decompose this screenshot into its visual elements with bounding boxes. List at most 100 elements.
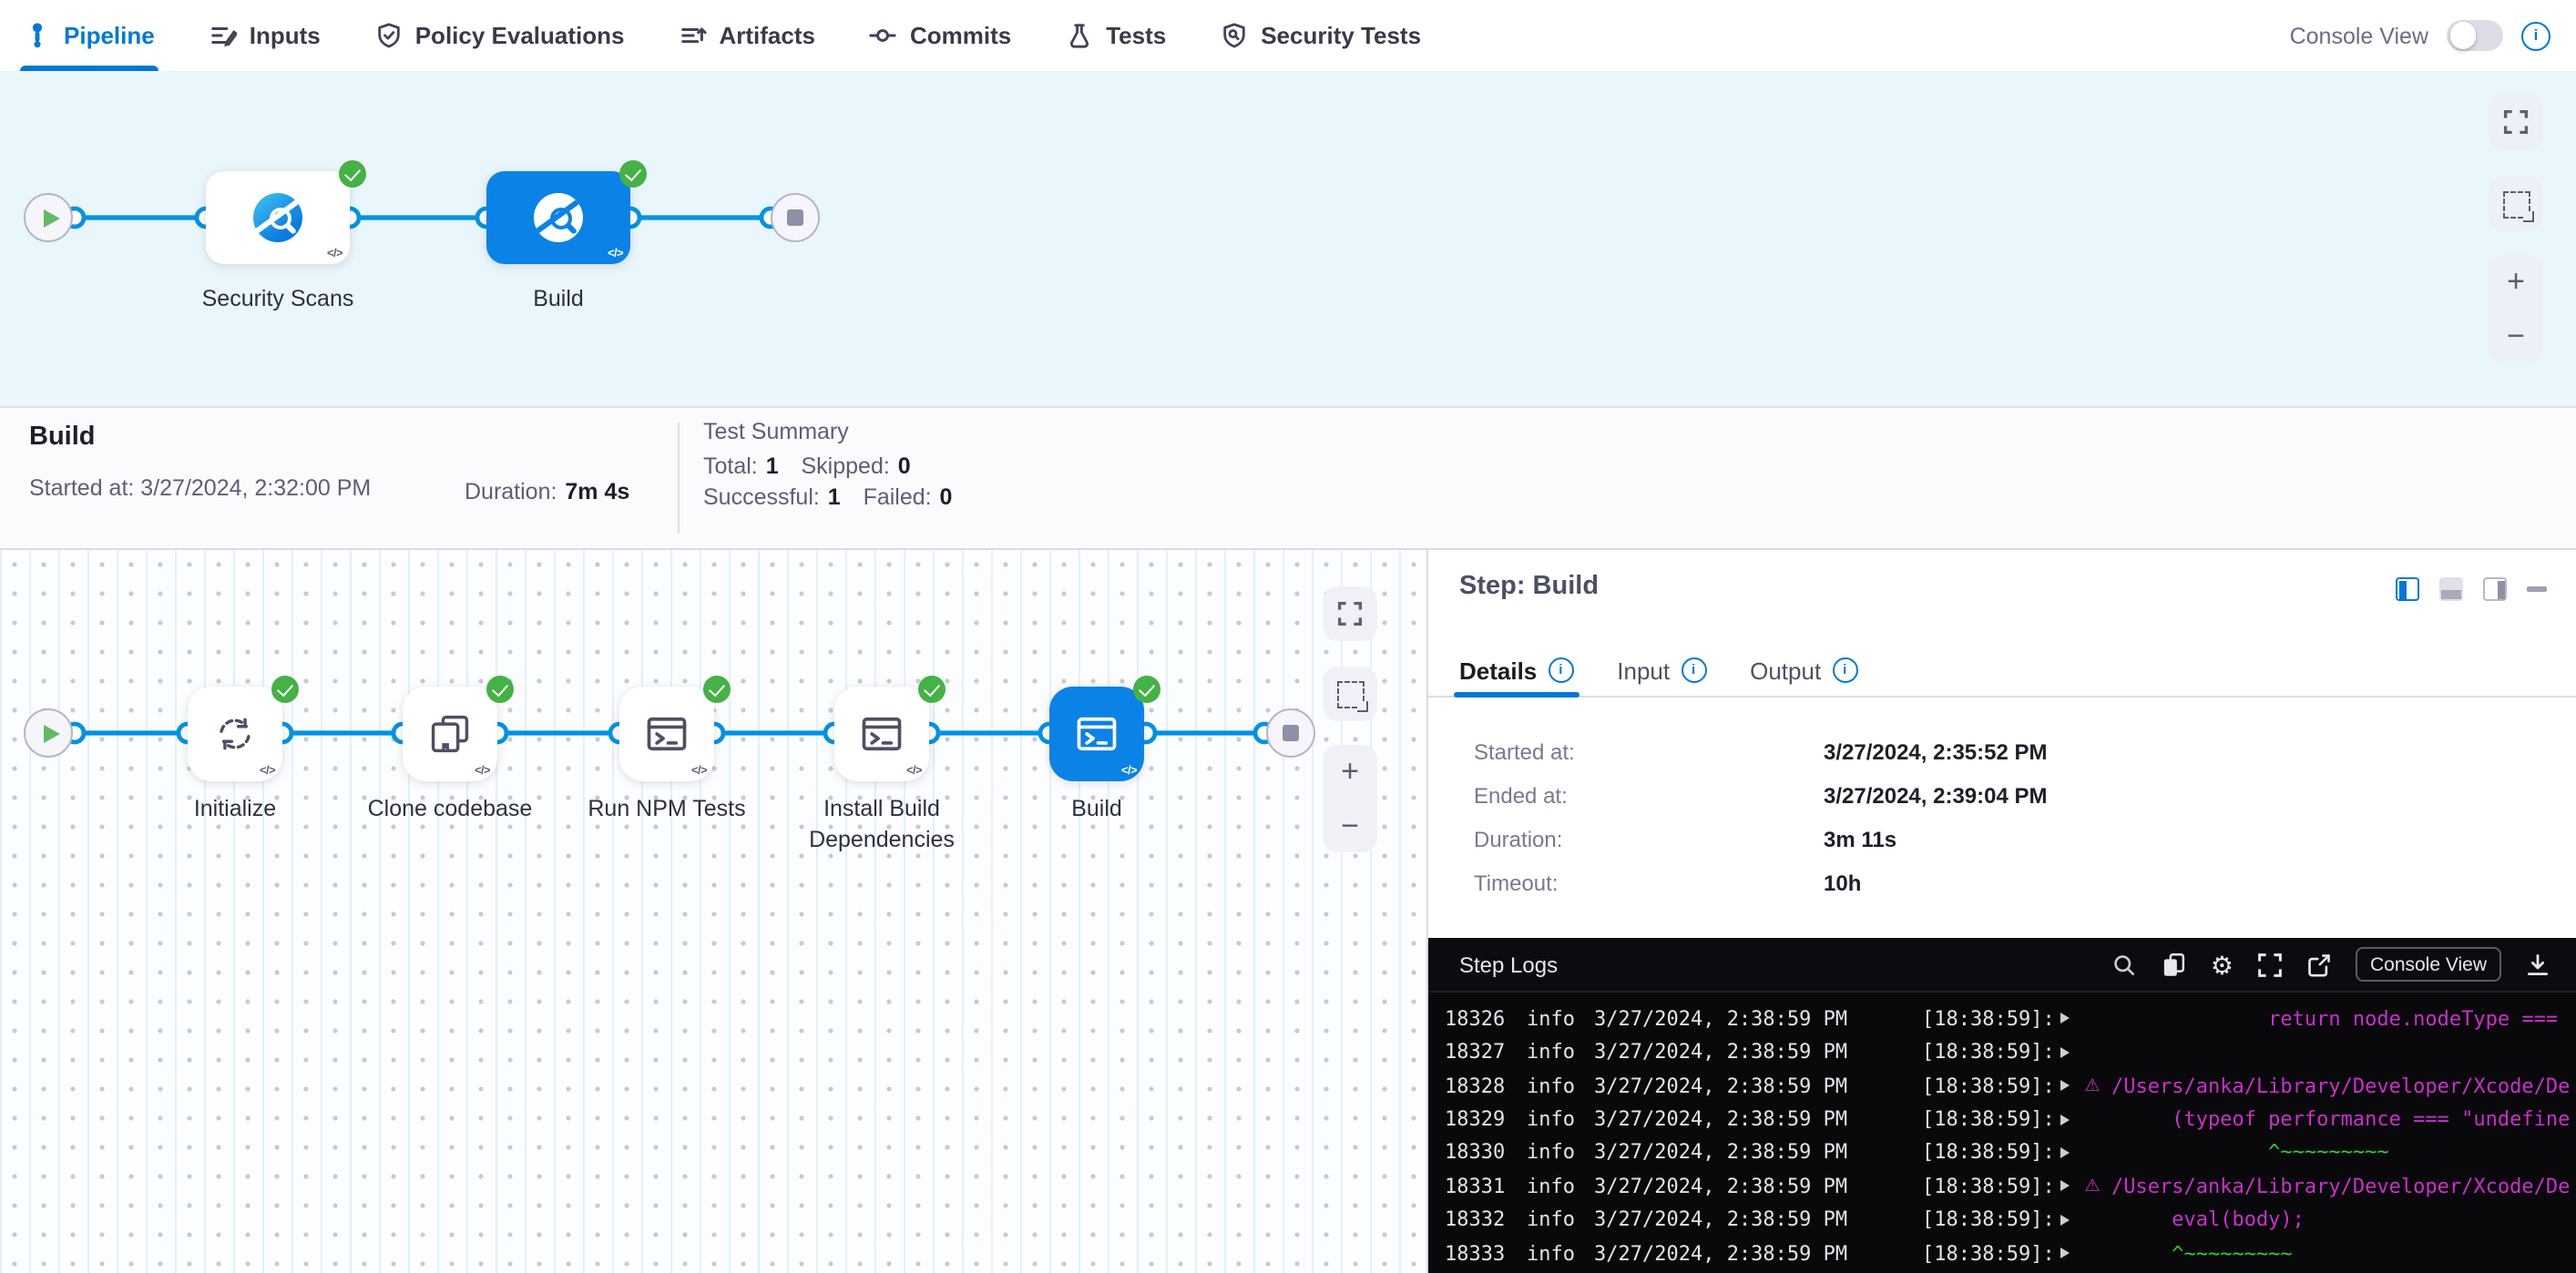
test-summary-title: Test Summary: [703, 419, 849, 444]
pipeline-execution-page: Pipeline Inputs Policy Evaluations Artif…: [0, 0, 2576, 1273]
info-icon[interactable]: i: [1548, 657, 1573, 683]
settings-gear-icon[interactable]: ⚙: [2211, 952, 2234, 977]
detail-label: Started at:: [1474, 739, 1824, 765]
tab-inputs[interactable]: Inputs: [210, 0, 321, 71]
zoom-out-button[interactable]: −: [2507, 321, 2525, 351]
total-value: 1: [766, 453, 779, 479]
step-node-install-build-dependencies[interactable]: </>: [834, 687, 929, 781]
tab-label: Policy Evaluations: [415, 22, 625, 49]
detail-label: Ended at:: [1474, 783, 1824, 809]
stage-summary-strip: Build Started at: 3/27/2024, 2:32:00 PM …: [0, 406, 2576, 550]
zoom-in-button[interactable]: +: [1341, 757, 1359, 788]
step-logs-console: 18326info3/27/2024, 2:38:59 PM[18:38:59]…: [1428, 993, 2576, 1273]
tab-commits[interactable]: Commits: [870, 0, 1011, 71]
stop-icon: [787, 209, 803, 226]
duration-label: Duration:: [465, 479, 557, 504]
code-chip-icon: </>: [906, 765, 922, 778]
log-line-number: 18331: [1445, 1175, 1507, 1198]
expand-caret-icon[interactable]: [2060, 1114, 2070, 1125]
expand-caret-icon[interactable]: [2060, 1080, 2070, 1091]
minimize-panel-icon[interactable]: [2527, 587, 2547, 592]
log-line: 18330info3/27/2024, 2:38:59 PM[18:38:59]…: [1445, 1136, 2576, 1170]
log-message: eval(body);: [2111, 1208, 2305, 1232]
stage-summary-title: Build: [29, 423, 96, 452]
expand-caret-icon[interactable]: [2060, 1147, 2070, 1158]
zoom-in-button[interactable]: +: [2507, 267, 2525, 298]
step-node-clone-codebase[interactable]: </>: [403, 687, 497, 781]
success-badge-icon: [619, 160, 647, 188]
expand-caret-icon[interactable]: [2060, 1013, 2070, 1023]
tab-details[interactable]: Details i: [1459, 645, 1573, 696]
step-logs-title: Step Logs: [1428, 952, 1558, 977]
log-level: info: [1527, 1208, 1578, 1232]
log-line-number: 18327: [1445, 1040, 1507, 1064]
canvas-select-button[interactable]: [1323, 667, 1377, 721]
nav-tabs: Pipeline Inputs Policy Evaluations Artif…: [0, 0, 1421, 71]
log-level: info: [1527, 1074, 1578, 1097]
expand-caret-icon[interactable]: [2060, 1046, 2070, 1057]
fullscreen-icon: [1337, 601, 1363, 626]
copy-icon[interactable]: [2162, 952, 2187, 977]
top-nav: Pipeline Inputs Policy Evaluations Artif…: [0, 0, 2576, 73]
external-link-icon[interactable]: [2306, 952, 2332, 977]
commit-icon: [870, 22, 897, 49]
info-icon[interactable]: i: [2521, 21, 2550, 50]
canvas-fullscreen-button[interactable]: [1323, 586, 1377, 641]
test-summary-row-1: Total: 1 Skipped: 0: [703, 450, 911, 483]
expand-caret-icon[interactable]: [2060, 1181, 2070, 1192]
layout-bottom-pane-icon[interactable]: [2439, 577, 2463, 601]
success-badge-icon: [339, 160, 366, 188]
layout-left-pane-icon[interactable]: [2396, 577, 2419, 601]
tab-artifacts[interactable]: Artifacts: [679, 0, 815, 71]
log-timestamp: 3/27/2024, 2:38:59 PM: [1594, 1175, 1867, 1198]
console-view-button[interactable]: Console View: [2356, 947, 2501, 982]
log-message: (typeof performance === "undefine: [2111, 1107, 2570, 1131]
nav-right: Console View i: [2290, 20, 2576, 51]
stage-graph-edges: [0, 71, 856, 406]
step-details-panel: Step: Build Details i Input i Output i S…: [1426, 550, 2576, 1273]
canvas-select-button[interactable]: [2489, 177, 2543, 231]
tab-pipeline[interactable]: Pipeline: [24, 0, 155, 71]
log-line: 18332info3/27/2024, 2:38:59 PM[18:38:59]…: [1445, 1203, 2576, 1237]
flask-icon: [1066, 22, 1093, 49]
detail-value: 10h: [1824, 871, 2048, 896]
terminal-icon: [643, 710, 690, 758]
expand-caret-icon[interactable]: [2060, 1215, 2070, 1226]
step-node-initialize[interactable]: </>: [188, 687, 282, 781]
download-icon[interactable]: [2525, 952, 2550, 977]
step-panel-title: Step: Build: [1459, 572, 1599, 601]
step-node-run-npm-tests[interactable]: </>: [619, 687, 714, 781]
tab-security-tests[interactable]: Security Tests: [1221, 0, 1421, 71]
stage-node-build[interactable]: </>: [486, 171, 630, 264]
tab-tests[interactable]: Tests: [1066, 0, 1166, 71]
tab-policy-evaluations[interactable]: Policy Evaluations: [375, 0, 625, 71]
log-timestamp: 3/27/2024, 2:38:59 PM: [1594, 1242, 1867, 1266]
stage-node-security-scans[interactable]: </>: [206, 171, 350, 264]
toggle-knob: [2449, 23, 2476, 49]
console-view-toggle[interactable]: [2447, 20, 2503, 51]
console-view-label: Console View: [2290, 23, 2428, 48]
step-details-list: Started at: 3/27/2024, 2:35:52 PM Ended …: [1474, 739, 2048, 896]
step-graph-canvas: </> </> </> </>: [0, 550, 1426, 1273]
tab-label: Artifacts: [719, 22, 815, 49]
log-time: [18:38:59]:: [1922, 1107, 2057, 1131]
canvas-fullscreen-button[interactable]: [2489, 95, 2543, 149]
detail-value: 3/27/2024, 2:35:52 PM: [1824, 739, 2048, 765]
successful-label: Successful:: [703, 484, 820, 510]
tab-input[interactable]: Input i: [1617, 645, 1706, 696]
step-node-build[interactable]: </>: [1049, 687, 1144, 781]
info-icon[interactable]: i: [1832, 657, 1857, 683]
fullscreen-icon[interactable]: [2257, 952, 2283, 977]
layout-right-pane-icon[interactable]: [2483, 577, 2507, 601]
zoom-out-button[interactable]: −: [1341, 810, 1359, 841]
expand-caret-icon[interactable]: [2060, 1248, 2070, 1259]
step-label: Build: [987, 794, 1206, 825]
log-timestamp: 3/27/2024, 2:38:59 PM: [1594, 1107, 1867, 1131]
detail-label: Timeout:: [1474, 871, 1824, 896]
log-timestamp: 3/27/2024, 2:38:59 PM: [1594, 1074, 1867, 1097]
step-logs-toolbar: ⚙ Console View: [2112, 947, 2576, 982]
info-icon[interactable]: i: [1681, 657, 1706, 683]
search-icon[interactable]: [2112, 952, 2138, 977]
test-summary-row-2: Successful: 1 Failed: 0: [703, 481, 952, 514]
tab-output[interactable]: Output i: [1750, 645, 1857, 696]
